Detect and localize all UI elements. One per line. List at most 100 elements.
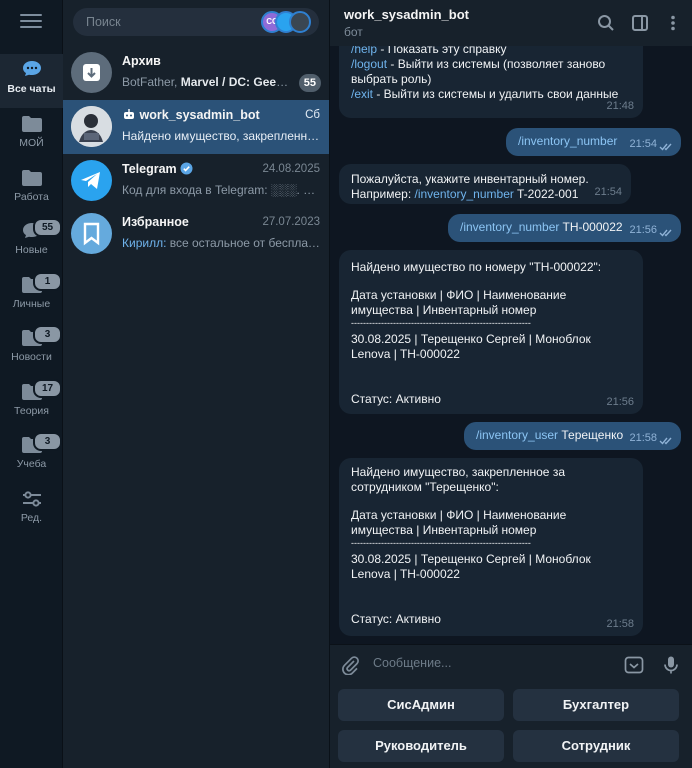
- folder-rail: Все чаты МОЙ Работа 55 Новые 1 Личные 3 …: [0, 0, 63, 768]
- folder-badge: 1: [33, 272, 62, 291]
- command-link[interactable]: /exit: [351, 87, 373, 101]
- folder-label: Ред.: [20, 512, 43, 524]
- chat-name: Telegram: [122, 162, 193, 176]
- message-composer: Сообщение...: [330, 644, 692, 684]
- message-bubble-outgoing: /inventory_user Терещенко 21:58: [464, 422, 681, 450]
- chat-title[interactable]: work_sysadmin_bot: [344, 7, 469, 22]
- chat-item-archive[interactable]: Архив BotFather, Marvel / DC: Geek M... …: [63, 46, 329, 100]
- folder-rabota[interactable]: Работа: [0, 162, 63, 216]
- read-checks-icon: [659, 143, 672, 151]
- message-time: 21:54: [594, 186, 622, 198]
- folder-teoriya[interactable]: 17 Теория: [0, 376, 63, 430]
- folder-badge: 17: [33, 379, 62, 398]
- result-heading: Найдено имущество, закрепленное за сотру…: [351, 465, 565, 494]
- folder-label: Теория: [14, 405, 49, 417]
- keyboard-button-accountant[interactable]: Бухгалтер: [513, 689, 679, 721]
- folder-label: Учеба: [16, 458, 47, 470]
- result-divider: ----------------------------------------…: [351, 538, 531, 548]
- more-vertical-icon[interactable]: [664, 14, 682, 32]
- keyboard-button-employee[interactable]: Сотрудник: [513, 730, 679, 762]
- sliders-icon: [23, 491, 41, 507]
- result-divider: ----------------------------------------…: [351, 318, 531, 328]
- folder-label: Новости: [11, 351, 52, 363]
- attach-icon[interactable]: [340, 655, 360, 675]
- read-checks-icon: [659, 229, 672, 237]
- folder-edit[interactable]: Ред.: [0, 483, 63, 537]
- microphone-icon[interactable]: [661, 655, 681, 675]
- folder-icon: [22, 116, 42, 132]
- command-link[interactable]: /inventory_number: [518, 134, 617, 148]
- message-time: 21:48: [606, 100, 634, 112]
- chat-name: Избранное: [122, 215, 189, 229]
- chat-item-saved[interactable]: Избранное 27.07.2023 Кирилл: все остальн…: [63, 207, 329, 261]
- folder-moi[interactable]: МОЙ: [0, 108, 63, 162]
- bot-icon: [124, 109, 134, 119]
- message-time: 21:58: [629, 432, 657, 444]
- archive-icon: [71, 52, 112, 93]
- chat-area: work_sysadmin_bot бот /help - Показать э…: [329, 0, 692, 768]
- command-link[interactable]: /inventory_number: [414, 187, 513, 201]
- folder-label: Новые: [15, 244, 48, 256]
- command-link[interactable]: /logout: [351, 57, 387, 71]
- command-link[interactable]: /inventory_number: [460, 220, 559, 234]
- message-input[interactable]: Сообщение...: [373, 656, 451, 670]
- chat-preview: Кирилл: все остальное от бесплатного: [122, 236, 320, 250]
- folder-badge: 3: [33, 432, 62, 451]
- folder-ucheba[interactable]: 3 Учеба: [0, 429, 63, 483]
- message-bubble-prompt: Пожалуйста, укажите инвентарный номер. Н…: [339, 164, 631, 204]
- telegram-logo-icon: [71, 160, 112, 201]
- result-row: 30.08.2025 | Терещенко Сергей | Моноблок…: [351, 552, 591, 581]
- folder-all-chats[interactable]: Все чаты: [0, 54, 63, 108]
- folder-badge: 3: [33, 325, 62, 344]
- bot-keyboard: СисАдмин Бухгалтер Руководитель Сотрудни…: [330, 684, 692, 768]
- result-columns: Дата установки | ФИО | Наименование имущ…: [351, 508, 567, 537]
- folder-icon: [22, 170, 42, 186]
- folder-novye[interactable]: 55 Новые: [0, 215, 63, 269]
- message-bubble-outgoing: /inventory_number TH-000022 21:56: [448, 214, 681, 242]
- chat-date: 27.07.2023: [262, 216, 320, 228]
- folder-novosti[interactable]: 3 Новости: [0, 322, 63, 376]
- chat-header: work_sysadmin_bot бот: [330, 0, 692, 46]
- search-input[interactable]: Поиск CC: [73, 8, 319, 36]
- chat-preview: Найдено имущество, закрепленное за сотру…: [122, 129, 320, 143]
- message-list[interactable]: /help - Показать эту справку /logout - В…: [330, 0, 692, 644]
- folder-lichnye[interactable]: 1 Личные: [0, 269, 63, 323]
- sidebar-toggle-icon[interactable]: [631, 14, 649, 32]
- bot-avatar: [71, 106, 112, 147]
- stories-strip[interactable]: CC: [261, 11, 313, 33]
- chat-list: Поиск CC Архив BotFather, Marvel / DC: G…: [63, 0, 329, 768]
- chat-name: Архив: [122, 54, 161, 68]
- story-avatar-user[interactable]: [289, 11, 311, 33]
- message-bubble-result: Найдено имущество по номеру "TH-000022":…: [339, 250, 643, 414]
- chat-preview: BotFather, Marvel / DC: Geek M...: [122, 75, 292, 89]
- chat-date: 24.08.2025: [262, 163, 320, 175]
- keyboard-button-sysadmin[interactable]: СисАдмин: [338, 689, 504, 721]
- message-time: 21:54: [629, 138, 657, 150]
- folder-label: Личные: [12, 298, 51, 310]
- message-time: 21:56: [606, 396, 634, 408]
- bot-keyboard-icon[interactable]: [624, 655, 644, 675]
- folder-label: Работа: [14, 191, 49, 203]
- search-icon[interactable]: [597, 14, 615, 32]
- chat-item-work-sysadmin-bot[interactable]: work_sysadmin_bot Сб Найдено имущество, …: [63, 100, 329, 154]
- search-placeholder: Поиск: [86, 15, 121, 29]
- folder-label: МОЙ: [19, 137, 44, 149]
- chat-date: Сб: [305, 109, 320, 121]
- chats-icon: [23, 61, 41, 76]
- message-time: 21:58: [606, 618, 634, 630]
- result-columns: Дата установки | ФИО | Наименование имущ…: [351, 288, 567, 317]
- folder-label: Все чаты: [7, 83, 56, 95]
- message-bubble-result: Найдено имущество, закрепленное за сотру…: [339, 458, 643, 636]
- result-status: Статус: Активно: [351, 612, 441, 626]
- result-heading: Найдено имущество по номеру "TH-000022":: [351, 260, 602, 274]
- chat-name: work_sysadmin_bot: [122, 108, 260, 122]
- message-bubble-outgoing: /inventory_number 21:54: [506, 128, 681, 156]
- verified-icon: [180, 162, 193, 175]
- read-checks-icon: [659, 437, 672, 445]
- menu-icon[interactable]: [20, 14, 42, 30]
- chat-subtitle: бот: [344, 25, 363, 39]
- command-link[interactable]: /inventory_user: [476, 428, 558, 442]
- chat-item-telegram[interactable]: Telegram 24.08.2025 Код для входа в Tele…: [63, 154, 329, 208]
- keyboard-button-manager[interactable]: Руководитель: [338, 730, 504, 762]
- chat-preview: Код для входа в Telegram: ░░░. Не давайт…: [122, 183, 320, 197]
